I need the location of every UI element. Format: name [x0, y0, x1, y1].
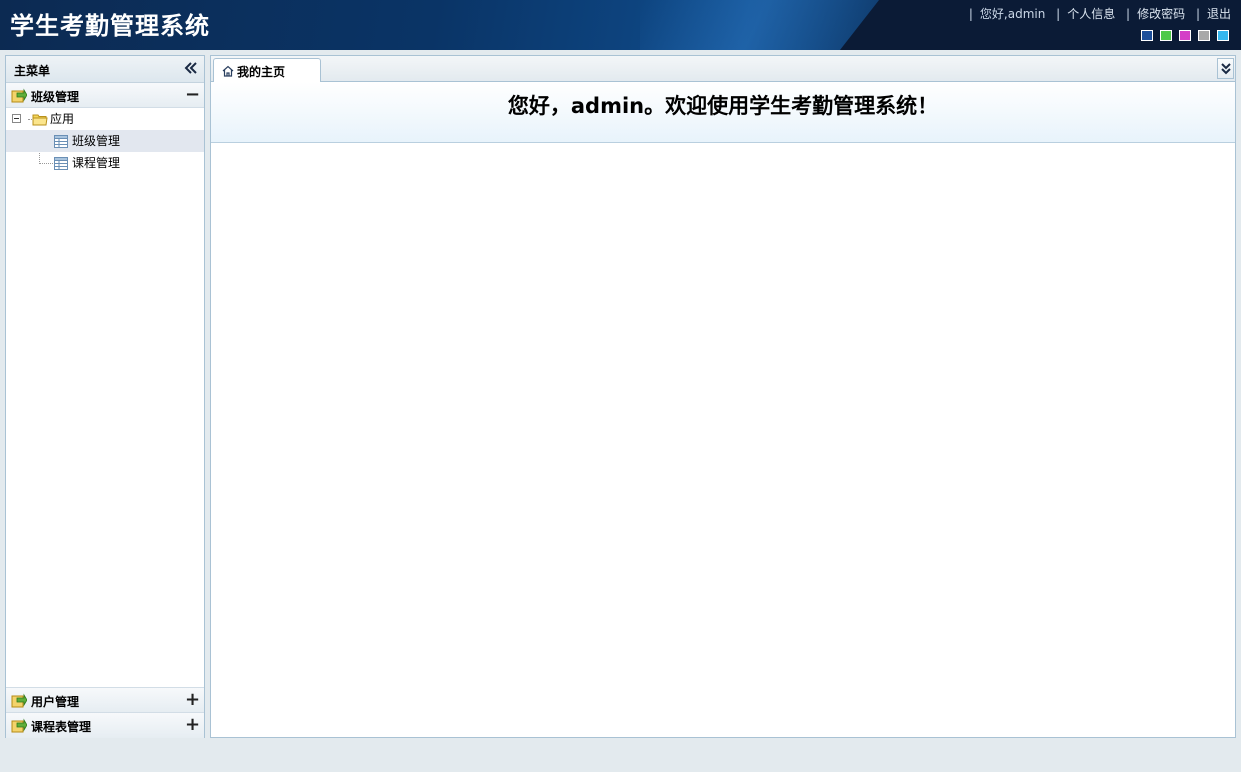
home-icon	[222, 65, 234, 77]
accordion-title: 用户管理	[31, 695, 80, 709]
accordion-title: 课程表管理	[31, 720, 92, 734]
expand-section-icon[interactable]: +	[185, 691, 200, 709]
tree-node-root[interactable]: 应用	[6, 108, 204, 130]
module-icon	[11, 693, 27, 708]
tree-item-class-management[interactable]: 班级管理	[6, 130, 204, 152]
tree-collapse-toggle[interactable]	[12, 114, 21, 123]
tree-node-label: 应用	[50, 112, 75, 126]
logout-link[interactable]: 退出	[1207, 7, 1231, 21]
app-title: 学生考勤管理系统	[10, 12, 210, 40]
tree-item-course-management[interactable]: 课程管理	[6, 152, 204, 174]
collapse-section-icon[interactable]: −	[185, 86, 200, 104]
grid-icon	[54, 157, 68, 170]
tab-menu-button[interactable]	[1217, 58, 1234, 79]
sidebar: 主菜单 班级管理 − 应用 班级管理 课程管理 用户管理 + 课程表管理 +	[5, 55, 205, 738]
module-icon	[11, 88, 27, 103]
theme-switcher	[1141, 30, 1229, 41]
accordion-bottom: 用户管理 + 课程表管理 +	[6, 687, 204, 738]
change-password-link[interactable]: 修改密码	[1137, 7, 1185, 21]
tab-label: 我的主页	[237, 65, 286, 79]
sidebar-title: 主菜单	[14, 64, 51, 78]
folder-icon	[32, 114, 48, 126]
tab-home[interactable]: 我的主页	[213, 58, 321, 82]
accordion-header-schedule-management[interactable]: 课程表管理 +	[6, 713, 204, 738]
welcome-message: 您好，admin。欢迎使用学生考勤管理系统！	[507, 94, 939, 118]
main-panel: 我的主页 您好，admin。欢迎使用学生考勤管理系统！	[210, 55, 1236, 738]
accordion-header-user-management[interactable]: 用户管理 +	[6, 688, 204, 713]
chevron-double-down-icon	[1221, 63, 1231, 75]
theme-swatch-green[interactable]	[1160, 30, 1172, 41]
separator: |	[1126, 7, 1131, 21]
separator: |	[1195, 7, 1200, 21]
tree-node-label: 课程管理	[72, 156, 121, 170]
nav-tree: 应用 班级管理 课程管理	[6, 108, 204, 687]
profile-link[interactable]: 个人信息	[1067, 7, 1115, 21]
module-icon	[11, 718, 27, 733]
app-header: 学生考勤管理系统 | 您好,admin | 个人信息 | 修改密码 | 退出	[0, 0, 1241, 50]
top-links: | 您好,admin | 个人信息 | 修改密码 | 退出	[962, 5, 1231, 22]
theme-swatch-pink[interactable]	[1179, 30, 1191, 41]
accordion-title: 班级管理	[31, 90, 80, 104]
welcome-banner: 您好，admin。欢迎使用学生考勤管理系统！	[211, 82, 1235, 143]
separator: |	[968, 7, 973, 21]
expand-section-icon[interactable]: +	[185, 716, 200, 734]
tab-bar: 我的主页	[211, 56, 1235, 82]
sidebar-header: 主菜单	[6, 56, 204, 83]
theme-swatch-cyan[interactable]	[1217, 30, 1229, 41]
user-greeting: 您好,admin	[979, 7, 1046, 21]
theme-swatch-blue[interactable]	[1141, 30, 1153, 41]
theme-swatch-gray[interactable]	[1198, 30, 1210, 41]
collapse-left-icon[interactable]	[184, 61, 198, 75]
tree-node-label: 班级管理	[72, 134, 121, 148]
grid-icon	[54, 135, 68, 148]
separator: |	[1056, 7, 1061, 21]
accordion-header-class-management[interactable]: 班级管理 −	[6, 83, 204, 108]
